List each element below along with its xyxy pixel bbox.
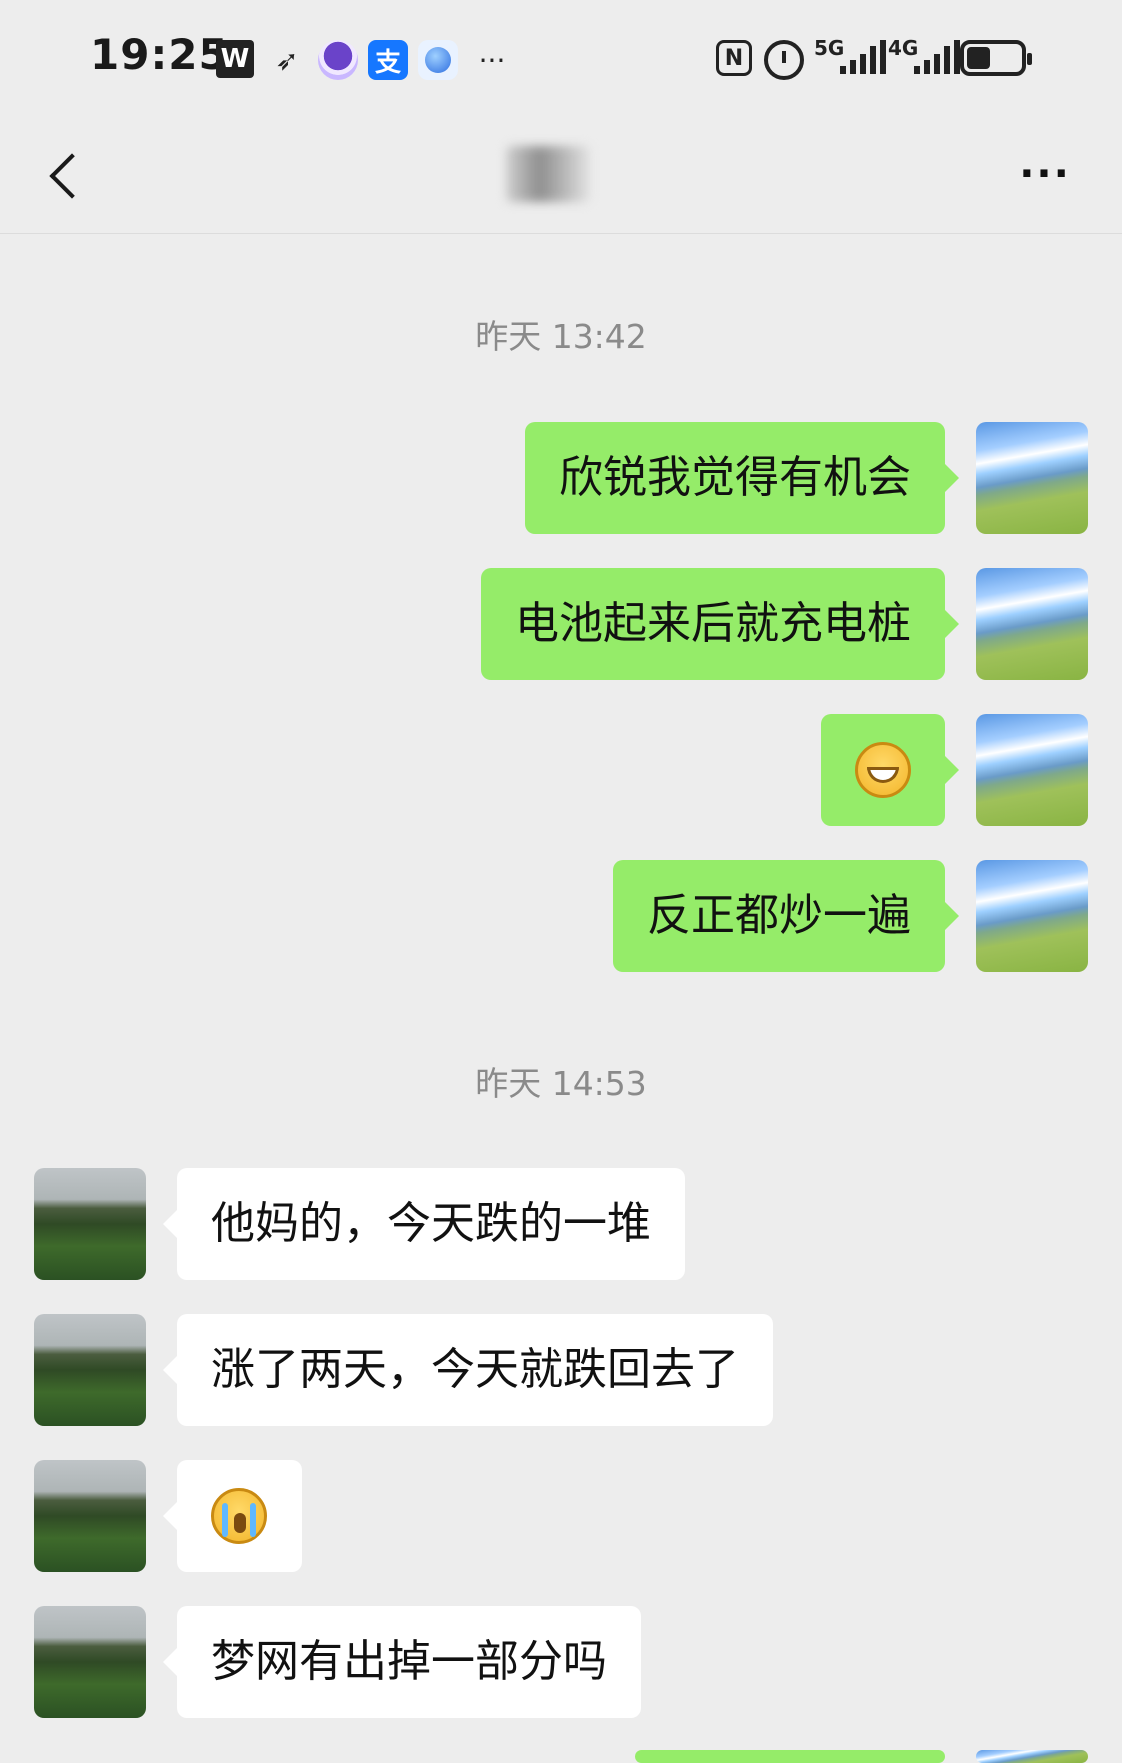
sent-message-bubble[interactable]: 电池起来后就充电桩 xyxy=(481,568,959,680)
contact-name-blurred xyxy=(506,146,590,202)
timestamp: 昨天 14:53 xyxy=(475,1064,647,1103)
browser-icon xyxy=(418,40,458,80)
message-row-partial xyxy=(0,1750,1122,1763)
alarm-icon xyxy=(764,40,804,80)
self-avatar[interactable] xyxy=(976,860,1088,972)
status-time: 19:25 xyxy=(90,30,229,79)
message-row: 涨了两天，今天就跌回去了 xyxy=(0,1314,1122,1426)
battery-icon xyxy=(960,40,1032,76)
received-message-bubble[interactable]: 梦网有出掉一部分吗 xyxy=(163,1606,641,1718)
contact-avatar[interactable] xyxy=(34,1460,146,1572)
contact-avatar[interactable] xyxy=(34,1168,146,1280)
message-row: 他妈的，今天跌的一堆 xyxy=(0,1168,1122,1280)
signal-5g-icon: 5G xyxy=(814,36,886,78)
self-avatar[interactable] xyxy=(976,714,1088,826)
self-avatar[interactable] xyxy=(976,568,1088,680)
status-bar: 19:25 W ➶ 支 ··· N 5G 4G xyxy=(0,0,1122,116)
sent-message-bubble[interactable]: 欣锐我觉得有机会 xyxy=(525,422,959,534)
nfc-icon: N xyxy=(716,40,752,76)
message-row xyxy=(0,1460,1122,1572)
self-avatar[interactable] xyxy=(976,422,1088,534)
contact-avatar[interactable] xyxy=(34,1606,146,1718)
signal-4g-icon: 4G xyxy=(888,36,960,78)
app-circle-icon xyxy=(318,40,358,80)
received-message-bubble[interactable]: 涨了两天，今天就跌回去了 xyxy=(163,1314,773,1426)
contact-avatar[interactable] xyxy=(34,1314,146,1426)
chat-header: ··· xyxy=(0,116,1122,234)
self-avatar[interactable] xyxy=(976,1750,1088,1763)
received-message-bubble[interactable]: 他妈的，今天跌的一堆 xyxy=(163,1168,685,1280)
received-emoji-bubble[interactable] xyxy=(163,1460,302,1572)
message-row: 梦网有出掉一部分吗 xyxy=(0,1606,1122,1718)
alipay-icon: 支 xyxy=(368,40,408,80)
sent-emoji-bubble[interactable] xyxy=(821,714,959,826)
wps-icon: W xyxy=(216,40,254,78)
more-notifications-icon: ··· xyxy=(478,43,506,77)
back-button[interactable] xyxy=(40,142,100,206)
message-row xyxy=(0,714,1122,826)
message-row: 电池起来后就充电桩 xyxy=(0,568,1122,680)
more-options-button[interactable]: ··· xyxy=(1010,146,1080,202)
grin-emoji-icon xyxy=(855,742,911,798)
sent-message-bubble[interactable]: 反正都炒一遍 xyxy=(613,860,959,972)
sent-message-bubble-partial[interactable] xyxy=(635,1750,945,1763)
message-row: 欣锐我觉得有机会 xyxy=(0,422,1122,534)
timestamp: 昨天 13:42 xyxy=(475,317,647,356)
message-row: 反正都炒一遍 xyxy=(0,860,1122,972)
paper-plane-icon: ➶ xyxy=(275,43,299,77)
crying-emoji-icon xyxy=(211,1488,267,1544)
battery-level xyxy=(967,47,990,69)
